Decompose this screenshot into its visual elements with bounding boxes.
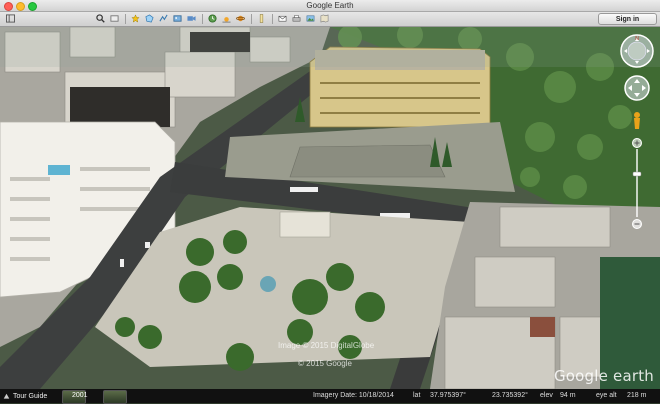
move-joystick[interactable]	[624, 75, 650, 101]
tour-thumbnail-2[interactable]	[103, 390, 127, 404]
imagery-credit: Image © 2015 DigitalGlobe	[278, 341, 375, 350]
window-title: Google Earth	[306, 1, 354, 10]
ruler-button[interactable]	[255, 13, 268, 24]
google-earth-logo: Google earth	[553, 367, 654, 385]
planet-icon	[236, 15, 245, 22]
polygon-icon	[145, 14, 154, 23]
triangle-up-icon	[3, 393, 10, 399]
fountain	[260, 276, 276, 292]
ruler-icon	[259, 14, 264, 23]
longitude-value: 23.735392°	[492, 392, 528, 399]
thumbnail-year: 2001	[72, 392, 88, 399]
print-icon	[292, 15, 301, 22]
tour-guide-label: Tour Guide	[13, 392, 48, 400]
toolbar-tools	[94, 13, 332, 24]
record-tour-button[interactable]	[185, 13, 198, 24]
status-bar: Tour Guide 2001 Imagery Date: 10/18/2014…	[0, 389, 660, 404]
title-bar: Google Earth	[0, 0, 660, 12]
hide-panel-icon	[110, 15, 119, 22]
latitude-label: lat	[413, 392, 421, 399]
toolbar-left	[4, 13, 18, 24]
earth-3d-view[interactable]: Image © 2015 DigitalGlobe © 2015 Google …	[0, 27, 660, 389]
add-placemark-button[interactable]	[129, 13, 142, 24]
elevation-value: 94 m	[560, 392, 576, 399]
toolbar-separator	[272, 13, 273, 24]
save-image-icon	[306, 15, 315, 22]
toolbar-separator	[125, 13, 126, 24]
save-image-button[interactable]	[304, 13, 317, 24]
toolbar: Sign in	[0, 12, 660, 27]
add-polygon-button[interactable]	[143, 13, 156, 24]
sunlight-icon	[222, 17, 231, 23]
elevation-label: elev	[540, 392, 553, 399]
path-icon	[159, 14, 168, 22]
email-button[interactable]	[276, 13, 289, 24]
north-indicator: N	[635, 36, 639, 42]
email-icon	[278, 15, 287, 22]
search-button[interactable]	[94, 13, 107, 24]
hide-panel-button[interactable]	[108, 13, 121, 24]
planet-switch-button[interactable]	[234, 13, 247, 24]
view-in-maps-button[interactable]	[318, 13, 331, 24]
maps-icon	[320, 14, 329, 23]
tour-guide-toggle[interactable]: Tour Guide	[3, 391, 47, 401]
zoom-slider[interactable]	[632, 138, 642, 229]
overlay-icon	[173, 15, 182, 22]
eye-altitude-label: eye alt	[596, 392, 617, 399]
add-overlay-button[interactable]	[171, 13, 184, 24]
tour-icon	[187, 16, 196, 21]
copyright-notice: © 2015 Google	[298, 359, 352, 368]
print-button[interactable]	[290, 13, 303, 24]
placemark-icon	[131, 14, 140, 23]
historical-imagery-button[interactable]	[206, 13, 219, 24]
toolbar-separator	[202, 13, 203, 24]
imagery-date: Imagery Date: 10/18/2014	[313, 392, 394, 399]
look-joystick[interactable]: N	[620, 34, 654, 68]
sunlight-button[interactable]	[220, 13, 233, 24]
street-view-pegman-icon[interactable]	[634, 112, 640, 129]
aerial-scene	[0, 27, 660, 389]
sign-in-button[interactable]: Sign in	[598, 13, 657, 25]
historical-imagery-icon	[208, 14, 217, 23]
sidebar-icon	[6, 14, 15, 23]
add-path-button[interactable]	[157, 13, 170, 24]
nav-controls-graphic: N	[620, 34, 654, 229]
latitude-value: 37.975397°	[430, 392, 466, 399]
eye-altitude-value: 218 m	[627, 392, 647, 399]
sidebar-toggle-button[interactable]	[4, 13, 17, 24]
search-icon	[96, 14, 105, 23]
navigation-controls: N	[617, 34, 657, 239]
toolbar-separator	[251, 13, 252, 24]
